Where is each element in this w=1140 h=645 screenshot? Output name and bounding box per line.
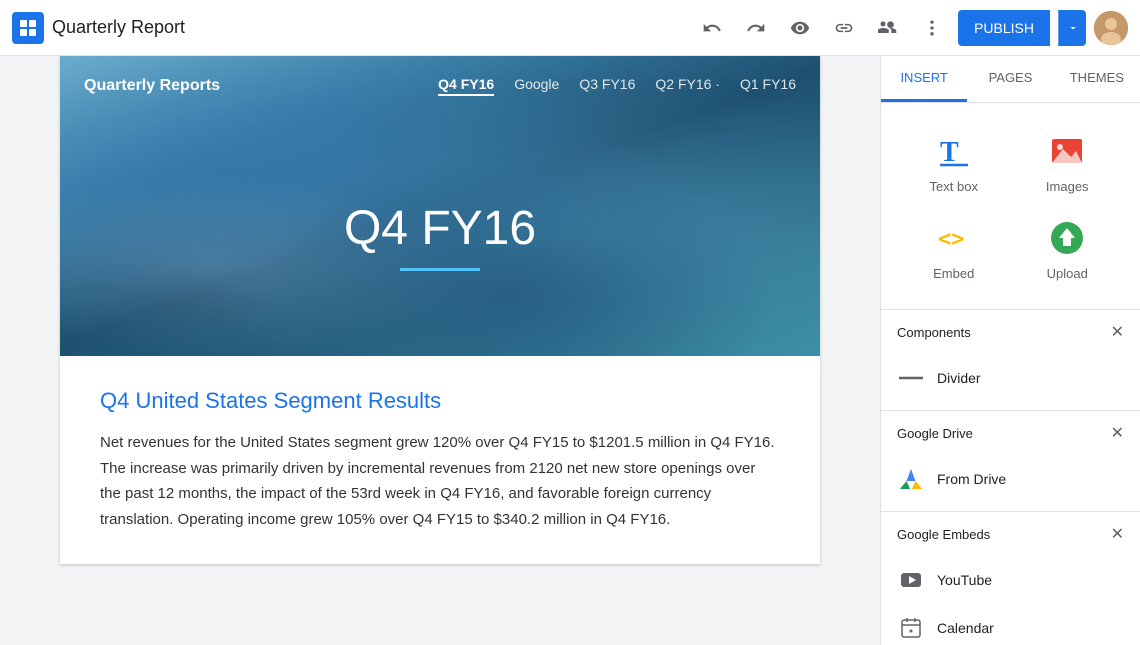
google-embeds-title: Google Embeds [897,527,990,542]
google-embeds-toggle-icon: ✕ [1111,524,1124,544]
from-drive-label: From Drive [937,471,1006,487]
hero-nav-links: Q4 FY16 Google Q3 FY16 Q2 FY16 · Q1 FY16 [438,76,796,96]
google-embeds-section: Google Embeds ✕ YouTube [881,511,1140,645]
hero-nav: Quarterly Reports Q4 FY16 Google Q3 FY16… [60,56,820,116]
components-title: Components [897,325,971,340]
textbox-label: Text box [930,179,978,194]
tab-themes[interactable]: THEMES [1054,56,1140,102]
upload-icon [1047,218,1087,258]
google-drive-toggle-icon: ✕ [1111,423,1124,443]
page-title: Quarterly Report [52,17,686,38]
page-content: Quarterly Reports Q4 FY16 Google Q3 FY16… [60,56,820,564]
more-button[interactable] [914,10,950,46]
publish-button[interactable]: PUBLISH [958,10,1050,46]
svg-text:T: T [940,137,959,168]
textbox-icon: T [934,131,974,171]
hero-nav-link-q4fy16[interactable]: Q4 FY16 [438,76,494,96]
insert-images[interactable]: Images [1011,119,1125,206]
divider-icon [897,364,925,392]
publish-dropdown-button[interactable] [1058,10,1086,46]
from-drive-item[interactable]: From Drive [889,455,1132,503]
google-drive-title: Google Drive [897,426,973,441]
section-body: Net revenues for the United States segme… [100,430,780,532]
link-button[interactable] [826,10,862,46]
app-logo [12,12,44,44]
upload-label: Upload [1047,266,1088,281]
hero-nav-link-q3fy16[interactable]: Q3 FY16 [579,76,635,96]
tab-pages[interactable]: PAGES [967,56,1053,102]
divider-label: Divider [937,370,981,386]
components-header[interactable]: Components ✕ [881,310,1140,354]
tab-insert[interactable]: INSERT [881,56,967,102]
youtube-icon [897,566,925,594]
avatar[interactable] [1094,11,1128,45]
hero-center: Q4 FY16 [60,116,820,356]
insert-grid: T Text box Images [881,103,1140,309]
undo-button[interactable] [694,10,730,46]
components-toggle-icon: ✕ [1111,322,1124,342]
components-section: Components ✕ Divider [881,309,1140,410]
panel-tabs: INSERT PAGES THEMES [881,56,1140,103]
canvas-area[interactable]: Quarterly Reports Q4 FY16 Google Q3 FY16… [0,56,880,645]
google-drive-section: Google Drive ✕ From Drive [881,410,1140,511]
images-label: Images [1046,179,1089,194]
drive-icon [897,465,925,493]
google-embeds-header[interactable]: Google Embeds ✕ [881,512,1140,556]
hero-nav-link-google[interactable]: Google [514,76,559,96]
hero-section: Quarterly Reports Q4 FY16 Google Q3 FY16… [60,56,820,356]
share-button[interactable] [870,10,906,46]
google-embeds-items: YouTube Calendar [881,556,1140,645]
main-area: Quarterly Reports Q4 FY16 Google Q3 FY16… [0,56,1140,645]
hero-nav-link-q1fy16[interactable]: Q1 FY16 [740,76,796,96]
hero-site-title: Quarterly Reports [84,77,220,95]
insert-embed[interactable]: <> Embed [897,206,1011,293]
calendar-icon [897,614,925,642]
toolbar-actions: PUBLISH [694,10,1128,46]
hero-nav-link-q2fy16[interactable]: Q2 FY16 · [655,76,720,96]
divider-item[interactable]: Divider [889,354,1132,402]
calendar-item[interactable]: Calendar [889,604,1132,645]
section-heading: Q4 United States Segment Results [100,388,780,414]
hero-underline [400,268,480,271]
right-panel: INSERT PAGES THEMES T Text box [880,56,1140,645]
youtube-label: YouTube [937,572,992,588]
hero-title: Q4 FY16 [344,201,536,256]
toolbar: Quarterly Report PUBLISH [0,0,1140,56]
youtube-item[interactable]: YouTube [889,556,1132,604]
components-items: Divider [881,354,1140,410]
google-drive-items: From Drive [881,455,1140,511]
insert-textbox[interactable]: T Text box [897,119,1011,206]
insert-upload[interactable]: Upload [1011,206,1125,293]
body-content: Q4 United States Segment Results Net rev… [60,356,820,564]
svg-text:<>: <> [938,227,965,252]
google-drive-header[interactable]: Google Drive ✕ [881,411,1140,455]
calendar-label: Calendar [937,620,994,636]
embed-label: Embed [933,266,974,281]
embed-icon: <> [934,218,974,258]
image-icon [1047,131,1087,171]
redo-button[interactable] [738,10,774,46]
preview-button[interactable] [782,10,818,46]
